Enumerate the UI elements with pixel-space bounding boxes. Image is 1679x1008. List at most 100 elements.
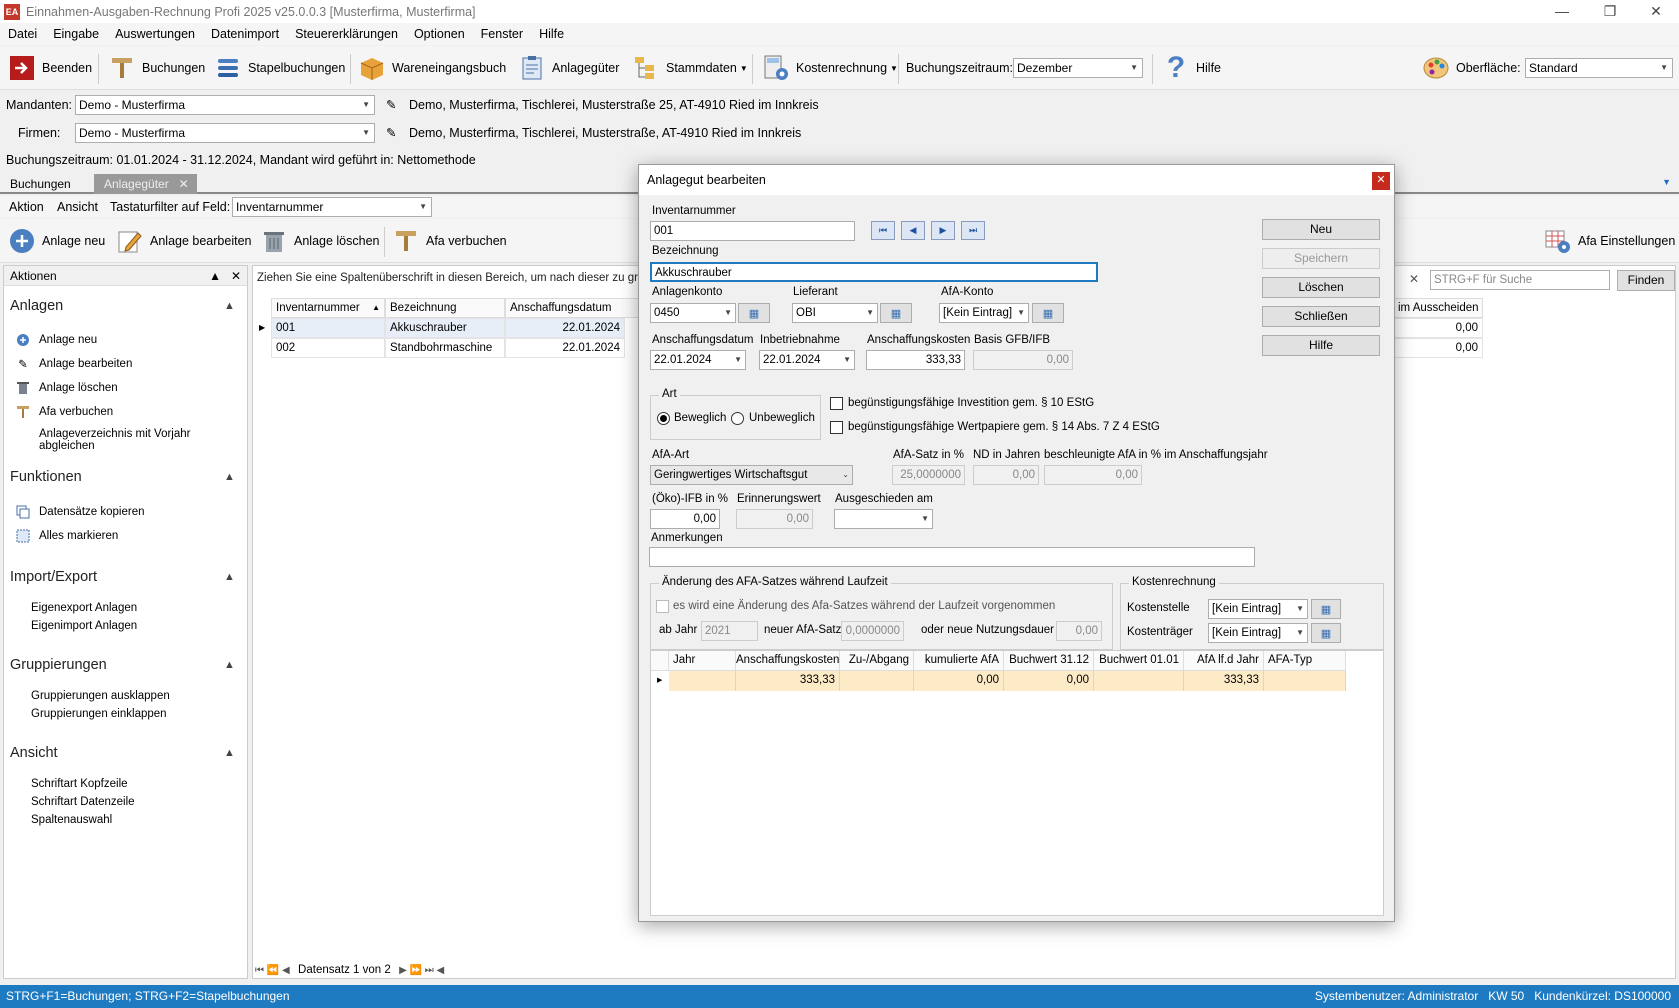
beweglich-radio[interactable] xyxy=(657,412,670,425)
chevron-up-icon[interactable]: ▲ xyxy=(224,300,235,312)
last-record-button[interactable]: ⏭ xyxy=(961,221,985,240)
oberflaeche-select[interactable]: Standard ▼ xyxy=(1525,58,1673,78)
table-cell[interactable]: 22.01.2024 xyxy=(505,318,625,338)
table-cell[interactable]: 333,33 xyxy=(736,671,840,691)
kostenrechnung-button[interactable]: Kostenrechnung ▼ xyxy=(762,52,898,84)
table-cell[interactable]: Standbohrmaschine xyxy=(385,338,505,358)
stammdaten-button[interactable]: Stammdaten ▼ xyxy=(632,52,748,84)
table-cell[interactable]: 0,00 xyxy=(1393,338,1483,358)
table-cell[interactable] xyxy=(840,671,914,691)
kostentraeger-picker-button[interactable]: ▦ xyxy=(1311,623,1341,643)
grid-search-input[interactable]: STRG+F für Suche xyxy=(1430,270,1610,290)
afa-einstellungen-button[interactable]: Afa Einstellungen xyxy=(1544,225,1675,257)
edit-icon[interactable]: ✎ xyxy=(386,97,396,112)
chevron-up-icon[interactable]: ▲ xyxy=(224,571,235,583)
table-cell[interactable] xyxy=(1264,671,1346,691)
afa-verbuchen-button[interactable]: Afa verbuchen xyxy=(392,225,507,257)
col-kumulierte-afa[interactable]: kumulierte AfA xyxy=(914,651,1004,671)
dialog-close-button[interactable]: ✕ xyxy=(1372,172,1390,190)
table-row[interactable]: 002 xyxy=(271,338,385,358)
table-cell[interactable]: Akkuschrauber xyxy=(385,318,505,338)
kostenstelle-picker-button[interactable]: ▦ xyxy=(1311,599,1341,619)
inventarnummer-input[interactable]: 001 xyxy=(650,221,855,241)
lp-gruppierungen-ausklappen[interactable]: Gruppierungen ausklappen xyxy=(31,690,170,702)
table-cell[interactable]: 0,00 xyxy=(1393,318,1483,338)
menu-datei[interactable]: Datei xyxy=(0,27,45,41)
pin-icon[interactable]: ▲ xyxy=(209,266,221,286)
wareneingangsbuch-button[interactable]: Wareneingangsbuch xyxy=(358,52,506,84)
investition-checkbox[interactable] xyxy=(830,397,843,410)
ausgeschieden-input[interactable]: ▼ xyxy=(834,509,933,529)
clear-search-icon[interactable]: ✕ xyxy=(1409,272,1419,286)
col-bezeichnung[interactable]: Bezeichnung xyxy=(385,298,505,318)
dialog-hilfe-button[interactable]: Hilfe xyxy=(1262,335,1380,356)
afa-konto-picker-button[interactable]: ▦ xyxy=(1032,303,1064,323)
aenderung-checkbox[interactable] xyxy=(656,600,669,613)
tab-buchungen[interactable]: Buchungen xyxy=(0,174,81,194)
table-cell[interactable] xyxy=(1094,671,1184,691)
menu-ansicht[interactable]: Ansicht xyxy=(57,200,98,214)
edit-icon[interactable]: ✎ xyxy=(386,125,396,140)
anschaffungskosten-input[interactable]: 333,33 xyxy=(866,350,965,370)
menu-aktion[interactable]: Aktion xyxy=(9,200,44,214)
neu-button[interactable]: Neu xyxy=(1262,219,1380,240)
chevron-up-icon[interactable]: ▲ xyxy=(224,471,235,483)
lp-afa-verbuchen[interactable]: Afa verbuchen xyxy=(15,404,113,420)
mandanten-select[interactable]: Demo - Musterfirma ▼ xyxy=(75,95,375,115)
ifb-input[interactable]: 0,00 xyxy=(650,509,720,529)
menu-steuererklaerungen[interactable]: Steuererklärungen xyxy=(287,27,406,41)
col-zu-abgang[interactable]: Zu-/Abgang xyxy=(840,651,914,671)
chevron-up-icon[interactable]: ▲ xyxy=(224,659,235,671)
col-afa-typ[interactable]: AFA-Typ xyxy=(1264,651,1346,671)
lp-anlageverzeichnis-abgleichen[interactable]: Anlageverzeichnis mit Vorjahr abgleichen xyxy=(39,428,247,452)
anlage-bearbeiten-button[interactable]: Anlage bearbeiten xyxy=(116,225,251,257)
find-button[interactable]: Finden xyxy=(1617,270,1675,291)
tab-anlagegueter[interactable]: Anlagegüter ✕ xyxy=(94,174,197,194)
menu-auswertungen[interactable]: Auswertungen xyxy=(107,27,203,41)
anlagegueter-button[interactable]: Anlagegüter xyxy=(518,52,619,84)
table-cell[interactable]: 0,00 xyxy=(1004,671,1094,691)
anlagenkonto-select[interactable]: 0450 ▼ xyxy=(650,303,736,323)
menu-eingabe[interactable]: Eingabe xyxy=(45,27,107,41)
col-buchwert-3112[interactable]: Buchwert 31.12 xyxy=(1004,651,1094,671)
firmen-select[interactable]: Demo - Musterfirma ▼ xyxy=(75,123,375,143)
col-jahr[interactable]: Jahr xyxy=(669,651,736,671)
section-import-export[interactable]: Import/Export xyxy=(10,569,97,585)
first-record-button[interactable]: ⏮ xyxy=(871,221,895,240)
lieferant-picker-button[interactable]: ▦ xyxy=(880,303,912,323)
lp-anlage-neu[interactable]: Anlage neu xyxy=(15,332,97,348)
lp-schriftart-kopfzeile[interactable]: Schriftart Kopfzeile xyxy=(31,778,128,790)
stapelbuchungen-button[interactable]: Stapelbuchungen xyxy=(214,52,345,84)
loeschen-button[interactable]: Löschen xyxy=(1262,277,1380,298)
anlagenkonto-picker-button[interactable]: ▦ xyxy=(738,303,770,323)
col-inventarnummer[interactable]: Inventarnummer ▲ xyxy=(271,298,385,318)
col-afa-lfd-jahr[interactable]: AfA lf.d Jahr xyxy=(1184,651,1264,671)
tabs-dropdown-icon[interactable]: ▼ xyxy=(1662,177,1671,187)
hilfe-button[interactable]: ? Hilfe xyxy=(1162,51,1221,84)
section-funktionen[interactable]: Funktionen xyxy=(10,469,82,485)
menu-optionen[interactable]: Optionen xyxy=(406,27,473,41)
buchungen-button[interactable]: Buchungen xyxy=(108,52,205,84)
kostenstelle-select[interactable]: [Kein Eintrag] ▼ xyxy=(1208,599,1308,619)
close-window-button[interactable]: ✕ xyxy=(1636,0,1676,23)
afa-art-select[interactable]: Geringwertiges Wirtschaftsgut ⌄ xyxy=(650,465,853,485)
close-panel-icon[interactable]: ✕ xyxy=(231,266,241,286)
table-cell[interactable]: 0,00 xyxy=(914,671,1004,691)
beenden-button[interactable]: Beenden xyxy=(8,52,92,84)
table-cell[interactable]: 22.01.2024 xyxy=(505,338,625,358)
col-anschaffungskosten[interactable]: Anschaffungskosten xyxy=(736,651,840,671)
table-row[interactable]: 001 xyxy=(271,318,385,338)
lp-eigenimport[interactable]: Eigenimport Anlagen xyxy=(31,620,137,632)
lp-anlage-bearbeiten[interactable]: ✎ Anlage bearbeiten xyxy=(15,356,132,372)
table-cell[interactable] xyxy=(669,671,736,691)
lp-schriftart-datenzeile[interactable]: Schriftart Datenzeile xyxy=(31,796,135,808)
filter-field-select[interactable]: Inventarnummer ▼ xyxy=(232,197,432,217)
chevron-up-icon[interactable]: ▲ xyxy=(224,747,235,759)
kostentraeger-select[interactable]: [Kein Eintrag] ▼ xyxy=(1208,623,1308,643)
restore-button[interactable]: ❐ xyxy=(1590,0,1630,23)
lp-gruppierungen-einklappen[interactable]: Gruppierungen einklappen xyxy=(31,708,167,720)
col-buchwert-0101[interactable]: Buchwert 01.01 xyxy=(1094,651,1184,671)
inbetriebnahme-input[interactable]: 22.01.2024 ▼ xyxy=(759,350,855,370)
lp-anlage-loeschen[interactable]: Anlage löschen xyxy=(15,380,118,396)
lp-spaltenauswahl[interactable]: Spaltenauswahl xyxy=(31,814,112,826)
